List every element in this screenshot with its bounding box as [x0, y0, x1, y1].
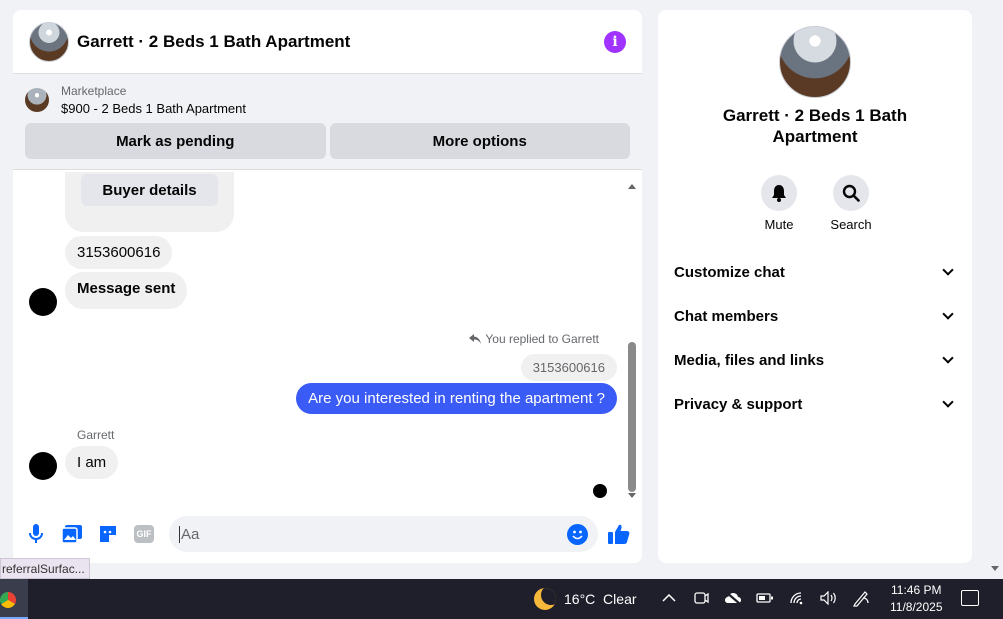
clock[interactable]: 11:46 PM 11/8/2025: [890, 582, 943, 616]
menu-label: Privacy & support: [674, 395, 803, 413]
marketplace-label: Marketplace: [61, 84, 127, 98]
info-menu: Customize chat Chat members Media, files…: [658, 250, 972, 426]
chat-avatar[interactable]: [29, 21, 69, 62]
scroll-thumb[interactable]: [628, 342, 636, 492]
search-label: Search: [830, 217, 872, 232]
wifi-icon[interactable]: [788, 589, 806, 607]
listing-price[interactable]: $900 - 2 Beds 1 Bath Apartment: [61, 101, 246, 116]
reply-icon: [469, 334, 482, 344]
volume-icon[interactable]: [820, 589, 838, 607]
marketplace-banner: Marketplace $900 - 2 Beds 1 Bath Apartme…: [13, 74, 642, 170]
chat-title[interactable]: Garrett · 2 Beds 1 Bath Apartment: [77, 32, 604, 52]
search-icon[interactable]: [833, 175, 869, 211]
status-tooltip: referralSurfac...: [0, 558, 90, 579]
message-scrollbar[interactable]: [627, 182, 637, 498]
reply-quote[interactable]: 3153600616: [520, 354, 617, 381]
taskbar: 16°C Clear 11:46 PM 11/8/2025: [0, 579, 1003, 619]
menu-label: Chat members: [674, 307, 779, 325]
emoji-icon[interactable]: [567, 523, 588, 545]
sender-name: Garrett: [77, 428, 115, 442]
clock-time: 11:46 PM: [891, 583, 942, 597]
listing-thumbnail[interactable]: [25, 88, 49, 112]
page-scroll-down-arrow[interactable]: [991, 566, 999, 571]
seen-indicator: [593, 484, 607, 498]
media-files-links-row[interactable]: Media, files and links: [658, 338, 972, 382]
bell-icon[interactable]: [761, 175, 797, 211]
customize-chat-row[interactable]: Customize chat: [658, 250, 972, 294]
browser-taskbar-button[interactable]: [0, 579, 28, 619]
message-input-box[interactable]: [169, 516, 598, 552]
mark-as-pending-button[interactable]: Mark as pending: [25, 123, 326, 159]
avatar[interactable]: [29, 288, 57, 316]
message-input[interactable]: [179, 525, 567, 543]
conversation-name: Garrett · 2 Beds 1 Bath Apartment: [722, 106, 908, 146]
reply-note-text: You replied to Garrett: [485, 332, 599, 346]
chat-header: Garrett · 2 Beds 1 Bath Apartment i: [13, 10, 642, 74]
info-icon[interactable]: i: [604, 30, 626, 53]
clock-date: 11/8/2025: [890, 600, 943, 614]
incoming-message[interactable]: I am: [65, 446, 119, 479]
message-list[interactable]: Buyer details 3153600616 Message sent Yo…: [13, 172, 642, 500]
composer: GIF: [13, 505, 642, 563]
chevron-up-icon[interactable]: [660, 589, 678, 607]
avatar[interactable]: [29, 452, 57, 480]
chevron-down-icon: [942, 308, 954, 320]
photo-icon[interactable]: [61, 523, 83, 545]
chevron-down-icon: [942, 396, 954, 408]
chevron-down-icon: [942, 352, 954, 364]
menu-label: Media, files and links: [674, 351, 825, 369]
reply-note: You replied to Garrett: [469, 332, 599, 346]
weather-text: 16°C Clear: [564, 591, 637, 607]
buyer-details-button[interactable]: Buyer details: [81, 174, 218, 206]
more-options-button[interactable]: More options: [329, 123, 630, 159]
privacy-support-row[interactable]: Privacy & support: [658, 382, 972, 426]
menu-label: Customize chat: [674, 263, 785, 281]
conversation-info-panel: Garrett · 2 Beds 1 Bath Apartment Mute S…: [658, 10, 972, 563]
sticker-icon[interactable]: [97, 523, 119, 545]
gif-label: GIF: [134, 525, 154, 543]
buyer-details-card: Buyer details: [65, 172, 234, 232]
microphone-icon[interactable]: [25, 523, 47, 545]
chevron-down-icon: [942, 264, 954, 276]
moon-icon: [534, 588, 556, 610]
system-tray: [660, 589, 870, 607]
weather-widget[interactable]: 16°C Clear: [534, 588, 637, 610]
incoming-message[interactable]: 3153600616: [65, 236, 173, 269]
scroll-up-arrow[interactable]: [628, 184, 636, 189]
scroll-down-arrow[interactable]: [628, 493, 636, 498]
mute-label: Mute: [764, 217, 794, 232]
notification-icon[interactable]: [961, 590, 979, 606]
quick-actions: Mute Search: [658, 175, 972, 232]
battery-icon[interactable]: [756, 589, 774, 607]
search-button[interactable]: Search: [830, 175, 872, 232]
incoming-message[interactable]: Message sent: [65, 272, 188, 309]
profile-avatar[interactable]: [779, 26, 851, 98]
pen-icon[interactable]: [852, 589, 870, 607]
chat-panel: Garrett · 2 Beds 1 Bath Apartment i Mark…: [13, 10, 642, 563]
mute-button[interactable]: Mute: [760, 175, 798, 232]
gif-icon[interactable]: GIF: [133, 523, 155, 545]
cloud-off-icon[interactable]: [724, 589, 742, 607]
browser-icon: [0, 592, 16, 608]
meet-now-icon[interactable]: [692, 589, 710, 607]
thumbs-up-icon[interactable]: [608, 523, 630, 545]
outgoing-message[interactable]: Are you interested in renting the apartm…: [296, 383, 617, 414]
chat-members-row[interactable]: Chat members: [658, 294, 972, 338]
